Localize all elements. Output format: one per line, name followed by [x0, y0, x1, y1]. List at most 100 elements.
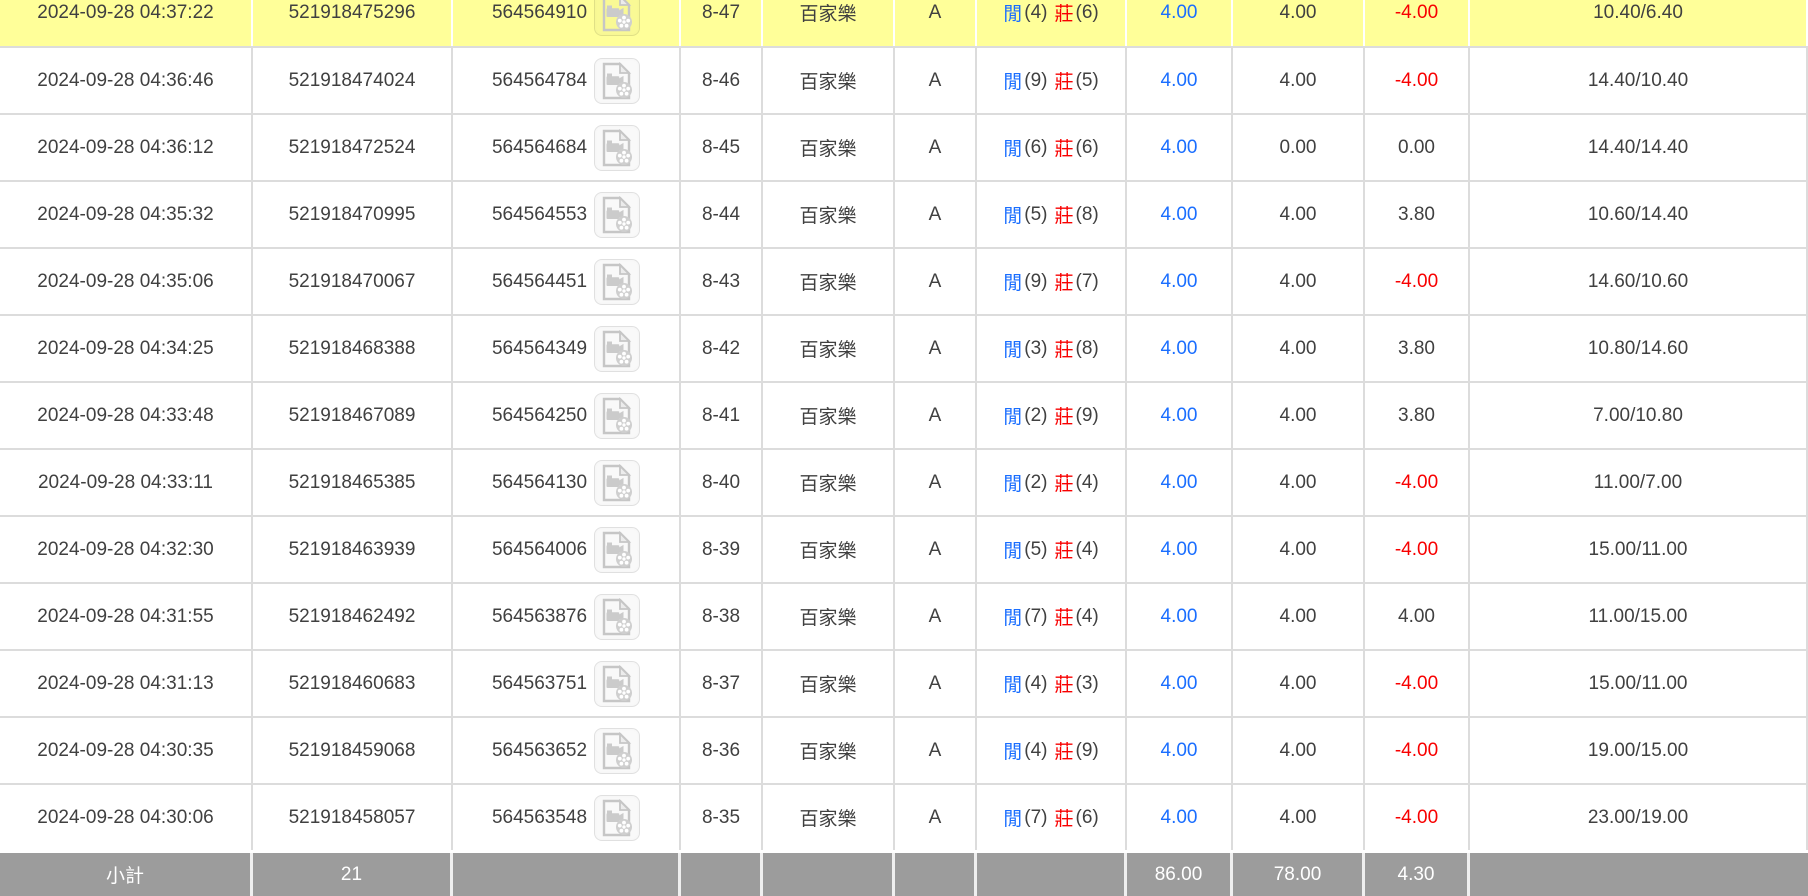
- cell-value: 4.00: [1280, 204, 1317, 226]
- video-replay-button[interactable]: [594, 326, 640, 372]
- player-label: 閒: [1003, 335, 1022, 362]
- cell-value: 8-39: [702, 539, 740, 561]
- bet-row[interactable]: 2024-09-28 04:31:55521918462492564563876…: [0, 582, 1808, 649]
- bet-row[interactable]: 2024-09-28 04:31:13521918460683564563751…: [0, 649, 1808, 716]
- cell-value: 19.00/15.00: [1588, 740, 1688, 762]
- cell-value: 2024-09-28 04:34:25: [37, 338, 213, 360]
- cell-time: 2024-09-28 04:35:32: [0, 182, 253, 247]
- bet-row[interactable]: 2024-09-28 04:30:06521918458057564563548…: [0, 783, 1808, 850]
- bet-row[interactable]: 2024-09-28 04:30:35521918459068564563652…: [0, 716, 1808, 783]
- bet-row[interactable]: 2024-09-28 04:32:30521918463939564564006…: [0, 515, 1808, 582]
- cell-value: A: [929, 137, 942, 159]
- cell-win-loss: 4.00: [1365, 584, 1470, 649]
- cell-game: 百家樂: [763, 182, 895, 247]
- banker-points: (6): [1076, 2, 1099, 24]
- cell-valid-bet: 4.00: [1127, 718, 1233, 783]
- player-points: (9): [1024, 70, 1047, 92]
- cell-value: 8-45: [702, 137, 740, 159]
- footer-cell-bet-amount: 78.00: [1233, 853, 1365, 896]
- cell-balance: 10.40/6.40: [1470, 0, 1808, 46]
- cell-value: 15.00/11.00: [1589, 673, 1688, 695]
- cell-result: 閒(4)莊(9): [977, 718, 1127, 783]
- cell-table-round: 8-43: [681, 249, 763, 314]
- video-replay-button[interactable]: [594, 393, 640, 439]
- cell-value: A: [929, 606, 942, 628]
- video-replay-button[interactable]: [594, 527, 640, 573]
- cell-win-loss: 3.80: [1365, 316, 1470, 381]
- cell-table-round: 8-47: [681, 0, 763, 46]
- cell-value: 8-47: [702, 2, 740, 24]
- cell-value: 0.00: [1280, 137, 1317, 159]
- cell-value: 8-40: [702, 472, 740, 494]
- footer-cell-result: [977, 853, 1127, 896]
- video-replay-button[interactable]: [594, 192, 640, 238]
- cell-game: 百家樂: [763, 651, 895, 716]
- cell-value: 14.60/10.60: [1588, 271, 1688, 293]
- cell-value: -4.00: [1395, 539, 1438, 561]
- video-file-icon: [600, 330, 634, 368]
- bet-row[interactable]: 2024-09-28 04:35:32521918470995564564553…: [0, 180, 1808, 247]
- video-file-icon: [600, 464, 634, 502]
- cell-table-round: 8-42: [681, 316, 763, 381]
- cell-bet-amount: 4.00: [1233, 450, 1365, 515]
- cell-valid-bet: 4.00: [1127, 115, 1233, 180]
- cell-bet-id: 521918474024: [253, 48, 453, 113]
- cell-value: 百家樂: [799, 603, 856, 630]
- cell-value: 4.00: [1280, 740, 1317, 762]
- bet-row[interactable]: 2024-09-28 04:36:12521918472524564564684…: [0, 113, 1808, 180]
- cell-bet-id: 521918463939: [253, 517, 453, 582]
- footer-cell-valid-bet: 86.00: [1127, 853, 1233, 896]
- bet-row[interactable]: 2024-09-28 04:33:11521918465385564564130…: [0, 448, 1808, 515]
- cell-table-round: 8-38: [681, 584, 763, 649]
- footer-cell-win-loss: 4.30: [1365, 853, 1470, 896]
- cell-win-loss: 3.80: [1365, 182, 1470, 247]
- cell-bet-id: 521918459068: [253, 718, 453, 783]
- video-replay-button[interactable]: [594, 259, 640, 305]
- video-replay-button[interactable]: [594, 0, 640, 36]
- video-replay-button[interactable]: [594, 661, 640, 707]
- cell-valid-bet: 4.00: [1127, 316, 1233, 381]
- video-replay-button[interactable]: [594, 125, 640, 171]
- cell-time: 2024-09-28 04:36:46: [0, 48, 253, 113]
- video-replay-button[interactable]: [594, 795, 640, 841]
- banker-label: 莊: [1055, 603, 1074, 630]
- bet-row[interactable]: 2024-09-28 04:34:25521918468388564564349…: [0, 314, 1808, 381]
- banker-points: (7): [1076, 271, 1099, 293]
- cell-result: 閒(4)莊(3): [977, 651, 1127, 716]
- cell-value: 4.00: [1161, 271, 1198, 293]
- cell-result: 閒(2)莊(9): [977, 383, 1127, 448]
- cell-win-loss: 0.00: [1365, 115, 1470, 180]
- video-file-icon: [600, 263, 634, 301]
- cell-result: 閒(7)莊(6): [977, 785, 1127, 850]
- cell-bet-id: 521918467089: [253, 383, 453, 448]
- video-replay-button[interactable]: [594, 460, 640, 506]
- video-replay-button[interactable]: [594, 58, 640, 104]
- player-label: 閒: [1003, 268, 1022, 295]
- cell-value: 4.00: [1280, 807, 1317, 829]
- cell-value: 2024-09-28 04:31:55: [37, 606, 213, 628]
- banker-label: 莊: [1055, 804, 1074, 831]
- bet-row[interactable]: 2024-09-28 04:37:22521918475296564564910…: [0, 0, 1808, 46]
- cell-bet-id: 521918470067: [253, 249, 453, 314]
- player-label: 閒: [1003, 201, 1022, 228]
- bet-row[interactable]: 2024-09-28 04:33:48521918467089564564250…: [0, 381, 1808, 448]
- cell-value: 2024-09-28 04:31:13: [37, 673, 213, 695]
- cell-result: 閒(4)莊(6): [977, 0, 1127, 46]
- footer-value: 86.00: [1155, 864, 1203, 886]
- cell-win-loss: -4.00: [1365, 450, 1470, 515]
- cell-value: 4.00: [1161, 405, 1198, 427]
- round-id-value: 564563876: [492, 606, 587, 628]
- cell-zone: A: [895, 48, 977, 113]
- cell-valid-bet: 4.00: [1127, 0, 1233, 46]
- cell-value: 521918459068: [289, 740, 416, 762]
- video-replay-button[interactable]: [594, 728, 640, 774]
- cell-value: -4.00: [1395, 740, 1438, 762]
- cell-zone: A: [895, 182, 977, 247]
- bet-row[interactable]: 2024-09-28 04:36:46521918474024564564784…: [0, 46, 1808, 113]
- banker-label: 莊: [1055, 201, 1074, 228]
- bet-row[interactable]: 2024-09-28 04:35:06521918470067564564451…: [0, 247, 1808, 314]
- subtotal-row: 小計2186.0078.004.30: [0, 853, 1808, 896]
- cell-game: 百家樂: [763, 785, 895, 850]
- video-replay-button[interactable]: [594, 594, 640, 640]
- cell-table-round: 8-37: [681, 651, 763, 716]
